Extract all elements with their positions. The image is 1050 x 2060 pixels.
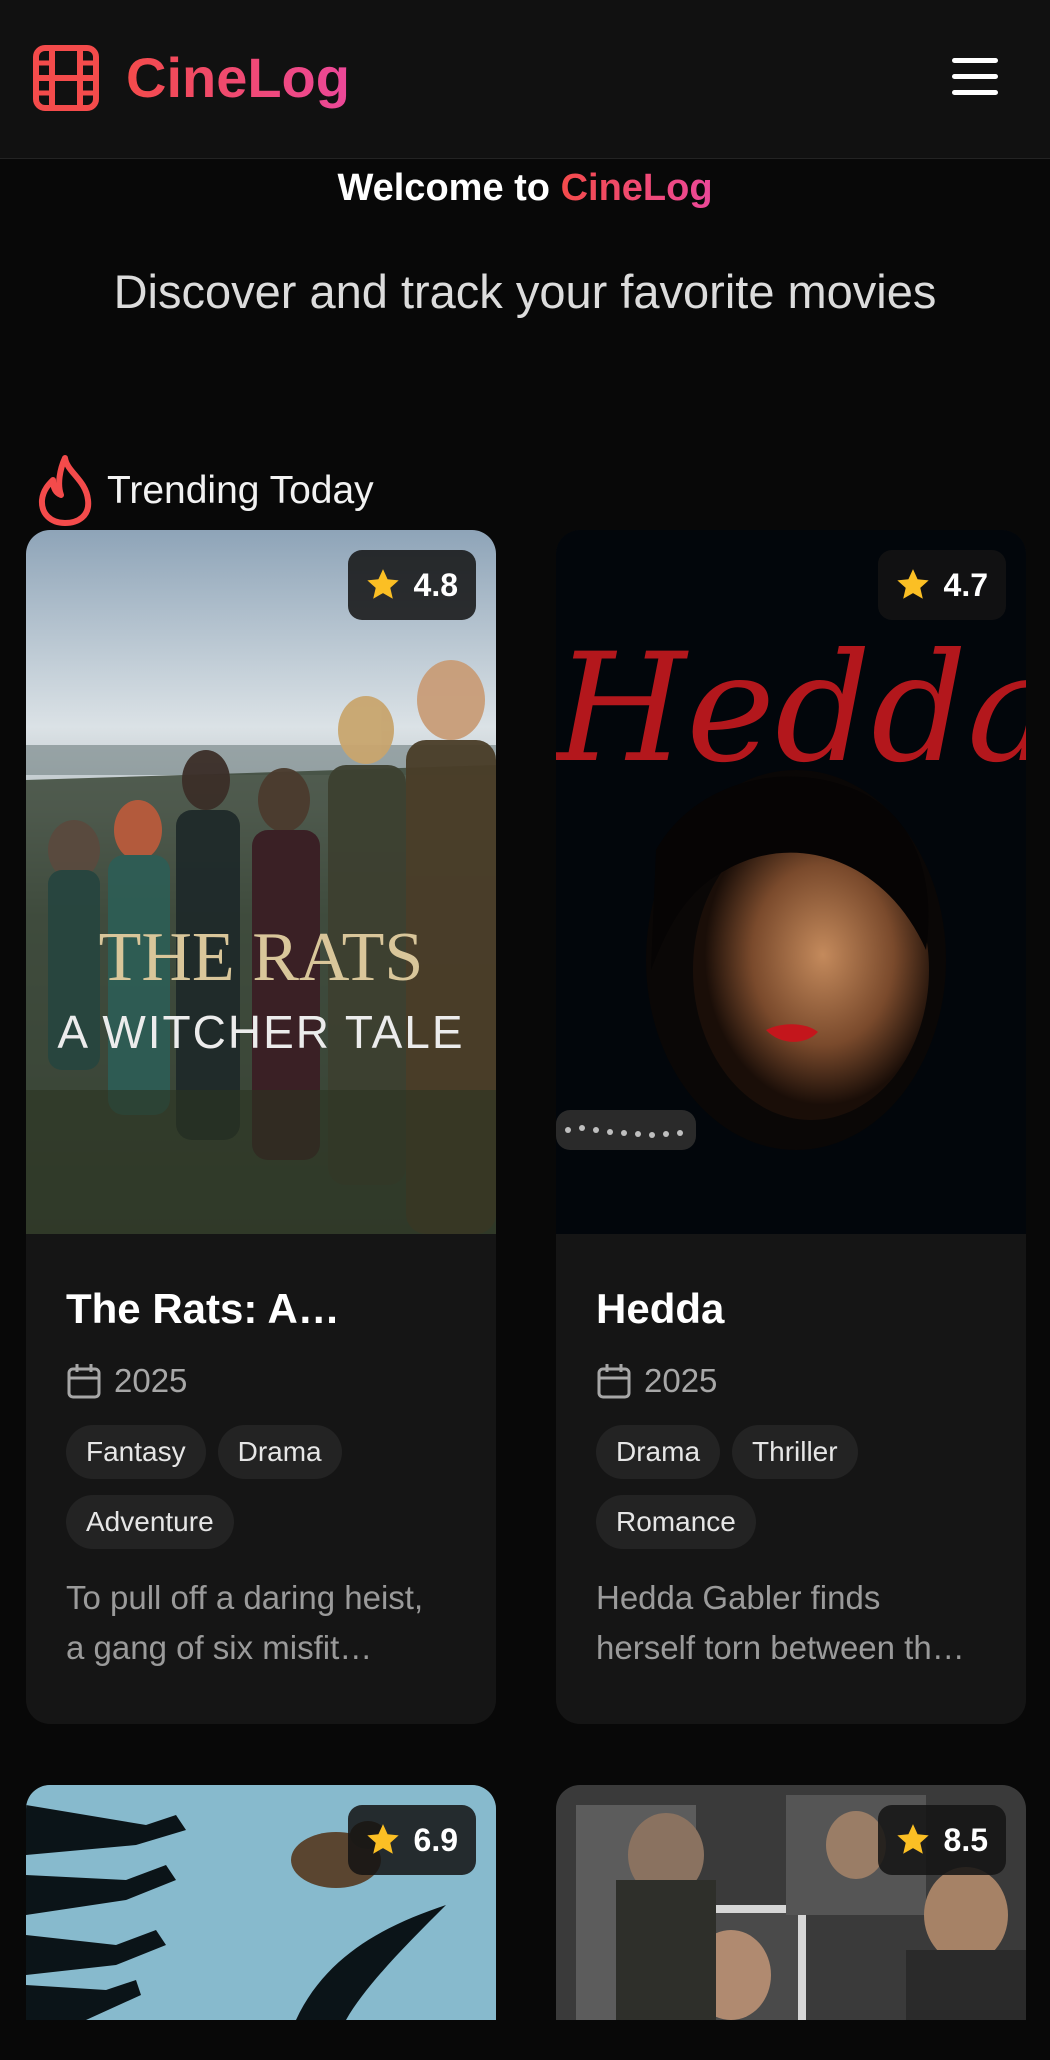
section-title: Trending Today (107, 469, 374, 512)
poster-image: Hedda (556, 530, 1026, 1234)
genre-tag[interactable]: Romance (596, 1495, 756, 1549)
movie-description: To pull off a daring heist, a gang of si… (66, 1579, 424, 1666)
poster-image: THE RATS A WITCHER TALE (26, 530, 496, 1234)
movie-description: Hedda Gabler finds herself torn between … (596, 1579, 965, 1666)
hero-subtitle: Discover and track your favorite movies (113, 265, 937, 318)
rating-value: 8.5 (943, 1821, 988, 1858)
star-icon (896, 569, 929, 599)
poster-title-line1: THE RATS (99, 919, 424, 996)
rating-badge: 4.7 (877, 550, 1006, 620)
poster-title: Hedda (556, 622, 1026, 796)
movie-card[interactable]: 6.9 (26, 1785, 496, 2020)
calendar-icon (67, 1364, 101, 1399)
movie-card[interactable]: 8.5 (556, 1785, 1026, 2020)
star-icon (366, 569, 399, 599)
movie-poster[interactable]: 8.5 (556, 1785, 1026, 2020)
app-header: CineLog (0, 0, 1050, 159)
movie-card[interactable]: THE RATS A WITCHER TALE 4.8 The Rats: A…… (26, 530, 496, 1724)
poster-title-line2: A WITCHER TALE (57, 1006, 464, 1058)
movie-poster[interactable]: 6.9 (26, 1785, 496, 2020)
genre-tags: Drama Thriller Romance (596, 1425, 996, 1549)
rating-value: 6.9 (413, 1821, 458, 1858)
genre-tag[interactable]: Fantasy (66, 1425, 206, 1479)
menu-button[interactable] (948, 52, 1004, 102)
card-body: The Rats: A… 2025 Fantasy Drama Adventur… (66, 1234, 466, 1673)
calendar-icon (597, 1364, 631, 1399)
movie-title[interactable]: The Rats: A… (66, 1282, 466, 1336)
star-icon (366, 1824, 399, 1854)
genre-tag[interactable]: Adventure (66, 1495, 234, 1549)
rating-badge: 8.5 (877, 1805, 1006, 1875)
release-year: 2025 (596, 1359, 996, 1403)
rating-badge: 4.8 (347, 550, 476, 620)
genre-tag[interactable]: Thriller (732, 1425, 858, 1479)
year-value: 2025 (114, 1362, 188, 1399)
menu-icon (952, 58, 998, 63)
movie-poster[interactable]: Hedda 4.7 (556, 530, 1026, 1234)
rating-value: 4.8 (413, 566, 458, 603)
movie-poster[interactable]: THE RATS A WITCHER TALE 4.8 (26, 530, 496, 1234)
flame-icon (38, 455, 92, 526)
film-icon[interactable] (32, 44, 100, 112)
rating-badge: 6.9 (347, 1805, 476, 1875)
year-value: 2025 (644, 1362, 718, 1399)
brand-name[interactable]: CineLog (126, 44, 350, 112)
welcome-heading: Welcome to CineLog (0, 163, 1050, 213)
genre-tags: Fantasy Drama Adventure (66, 1425, 466, 1549)
welcome-brand: CineLog (560, 167, 713, 209)
rating-value: 4.7 (943, 566, 988, 603)
star-icon (896, 1824, 929, 1854)
release-year: 2025 (66, 1359, 466, 1403)
genre-tag[interactable]: Drama (596, 1425, 721, 1479)
welcome-prefix: Welcome to (337, 167, 561, 209)
movie-title[interactable]: Hedda (596, 1282, 996, 1336)
card-body: Hedda 2025 Drama Thriller Romance Hedda … (596, 1234, 996, 1673)
genre-tag[interactable]: Drama (217, 1425, 342, 1479)
movie-card[interactable]: Hedda 4.7 Hedda 2025 Drama Thriller Roma… (556, 530, 1026, 1724)
